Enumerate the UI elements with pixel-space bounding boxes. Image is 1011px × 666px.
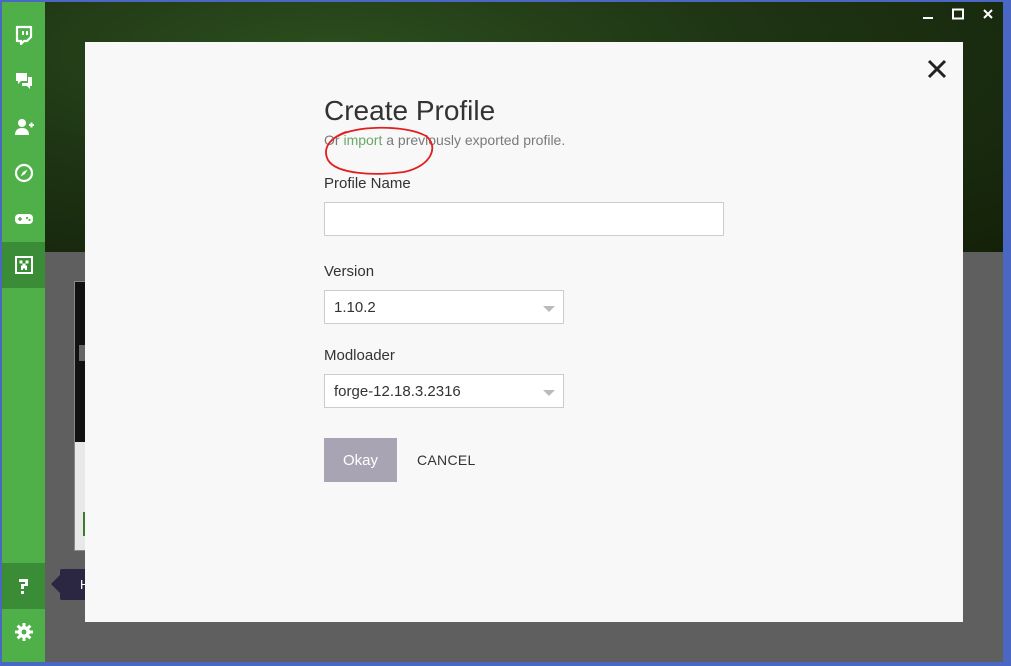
chat-icon	[15, 73, 32, 89]
sidebar-item-add-friend[interactable]	[2, 104, 45, 150]
gear-icon	[14, 623, 33, 641]
sidebar-item-browse[interactable]	[2, 150, 45, 196]
profile-name-label: Profile Name	[324, 175, 411, 192]
help-icon	[18, 579, 28, 594]
cancel-button[interactable]: CANCEL	[417, 452, 476, 468]
subtitle-suffix: a previously exported profile.	[382, 132, 566, 148]
window-close-button[interactable]	[978, 6, 998, 22]
import-link[interactable]: import	[343, 132, 382, 148]
modloader-select[interactable]: forge-12.18.3.2316	[324, 374, 564, 408]
okay-button[interactable]: Okay	[324, 438, 397, 482]
app-window: Help Create Profile Or import a previous…	[2, 2, 1003, 662]
maximize-button[interactable]	[948, 6, 968, 22]
chevron-down-icon	[543, 390, 555, 396]
sidebar-item-chat[interactable]	[2, 58, 45, 104]
create-profile-dialog: Create Profile Or import a previously ex…	[85, 42, 963, 622]
compass-icon	[14, 163, 33, 183]
modloader-label: Modloader	[324, 347, 395, 364]
minimize-icon	[923, 17, 933, 19]
sidebar-item-minecraft[interactable]	[2, 242, 45, 288]
chevron-down-icon	[543, 306, 555, 312]
subtitle-prefix: Or	[324, 132, 344, 148]
version-select[interactable]: 1.10.2	[324, 290, 564, 324]
minimize-button[interactable]	[918, 6, 938, 22]
modloader-value: forge-12.18.3.2316	[334, 382, 461, 400]
sidebar-item-twitch[interactable]	[2, 12, 45, 58]
twitch-icon	[15, 25, 32, 45]
dialog-close-icon[interactable]	[927, 59, 947, 79]
version-value: 1.10.2	[334, 298, 376, 316]
version-label: Version	[324, 263, 375, 280]
sidebar-item-games[interactable]	[2, 196, 45, 242]
sidebar-item-help[interactable]	[2, 563, 45, 609]
add-friend-icon	[14, 119, 34, 135]
dialog-subtitle: Or import a previously exported profile.	[324, 131, 744, 149]
minecraft-creeper-icon	[14, 256, 33, 274]
dialog-actions: Okay CANCEL	[324, 438, 744, 482]
create-profile-form: Create Profile Or import a previously ex…	[324, 94, 744, 482]
dialog-title: Create Profile	[324, 95, 496, 126]
sidebar-item-settings[interactable]	[2, 609, 45, 655]
close-icon	[983, 9, 993, 19]
gamepad-icon	[14, 214, 33, 224]
sidebar	[2, 2, 45, 662]
maximize-icon	[952, 8, 964, 20]
profile-name-input[interactable]	[324, 202, 724, 236]
